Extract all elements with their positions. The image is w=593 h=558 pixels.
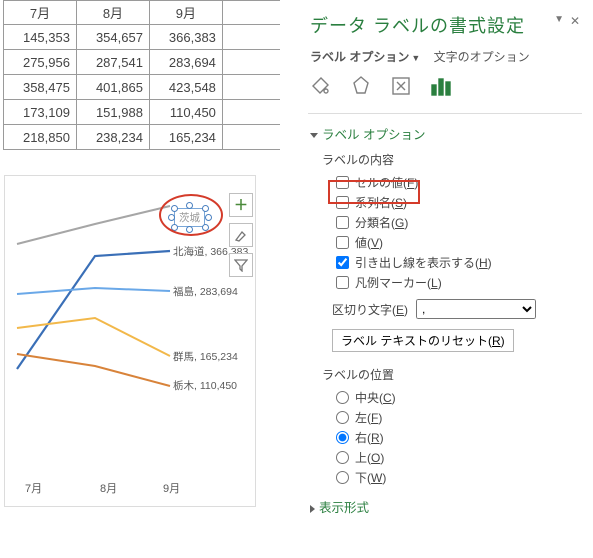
data-label[interactable]: 群馬, 165,234	[173, 349, 238, 364]
tab-text-options[interactable]: 文字のオプション	[434, 50, 530, 64]
chart-filter-button[interactable]	[229, 253, 253, 277]
axis-tick: 8月	[100, 480, 117, 496]
close-icon[interactable]: ✕	[570, 14, 580, 28]
cell[interactable]: 110,450	[149, 100, 222, 125]
cell[interactable]: 173,109	[4, 100, 77, 125]
data-label[interactable]: 福島, 283,694	[173, 284, 238, 299]
radio-bottom[interactable]: 下(W)	[336, 469, 590, 486]
cell[interactable]: 401,865	[76, 75, 149, 100]
radio-right[interactable]: 右(R)	[336, 429, 590, 446]
section-label-options[interactable]: ラベル オプション	[310, 124, 590, 143]
checkbox-value[interactable]: 値(V)	[336, 234, 590, 251]
size-icon[interactable]	[390, 75, 412, 97]
col-header[interactable]: 9月	[149, 1, 222, 25]
chart-options-icon[interactable]	[430, 75, 452, 97]
cell[interactable]: 287,541	[76, 50, 149, 75]
cell[interactable]: 423,548	[149, 75, 222, 100]
cell[interactable]: 358,475	[4, 75, 77, 100]
pin-icon[interactable]: ▼	[554, 14, 564, 25]
reset-label-text-button[interactable]: ラベル テキストのリセット(R)	[332, 329, 514, 352]
cell[interactable]: 238,234	[76, 125, 149, 150]
chart-area[interactable]: 北海道, 366,383 福島, 283,694 群馬, 165,234 栃木,…	[4, 175, 256, 507]
cell[interactable]: 283,694	[149, 50, 222, 75]
cell[interactable]: 165,234	[149, 125, 222, 150]
checkbox-legend-key[interactable]: 凡例マーカー(L)	[336, 274, 590, 291]
effects-icon[interactable]	[350, 75, 372, 97]
highlight-box	[328, 180, 420, 204]
separator-select[interactable]: ,	[416, 299, 536, 319]
cell[interactable]: 354,657	[76, 25, 149, 50]
cell[interactable]: 366,383	[149, 25, 222, 50]
tab-label-options[interactable]: ラベル オプション	[310, 50, 409, 64]
radio-top[interactable]: 上(O)	[336, 449, 590, 466]
cell[interactable]: 275,956	[4, 50, 77, 75]
col-header[interactable]: 7月	[4, 1, 77, 25]
col-header[interactable]: 8月	[76, 1, 149, 25]
group-label-position: ラベルの位置	[322, 366, 590, 383]
data-label[interactable]: 栃木, 110,450	[173, 378, 237, 393]
radio-center[interactable]: 中央(C)	[336, 389, 590, 406]
data-table[interactable]: 7月 8月 9月 145,353354,657366,383 275,95628…	[3, 0, 280, 150]
format-pane: データ ラベルの書式設定 ▼ ✕ ラベル オプション▼ 文字のオプション ラベル…	[300, 0, 590, 558]
section-number-format[interactable]: 表示形式	[310, 497, 590, 516]
checkbox-show-leader-lines[interactable]: 引き出し線を表示する(H)	[336, 254, 590, 271]
fill-icon[interactable]	[310, 75, 332, 97]
axis-tick: 7月	[25, 480, 42, 496]
chart-elements-button[interactable]: ＋	[229, 193, 253, 217]
cell[interactable]: 145,353	[4, 25, 77, 50]
radio-left[interactable]: 左(F)	[336, 409, 590, 426]
pane-title: データ ラベルの書式設定	[310, 12, 590, 38]
checkbox-category-name[interactable]: 分類名(G)	[336, 214, 590, 231]
col-header-empty[interactable]	[222, 1, 280, 25]
separator-label: 区切り文字(E)	[332, 301, 408, 318]
cell[interactable]: 151,988	[76, 100, 149, 125]
group-label-contents: ラベルの内容	[322, 151, 590, 168]
chart-styles-button[interactable]	[229, 223, 253, 247]
cell[interactable]: 218,850	[4, 125, 77, 150]
highlight-oval	[159, 194, 223, 236]
axis-tick: 9月	[163, 480, 180, 496]
